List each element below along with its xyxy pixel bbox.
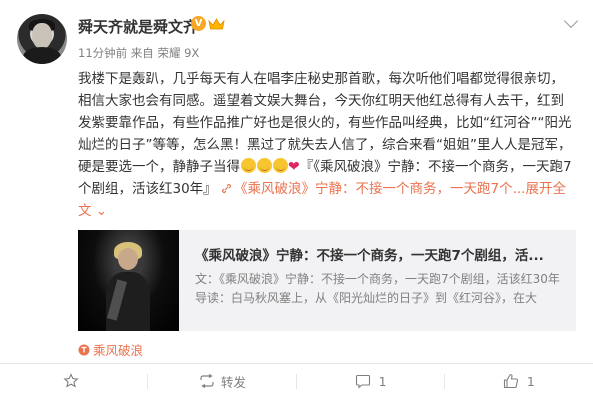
grin-emoji-icon: [240, 158, 256, 173]
article-description: 文：《乘风破浪》宁静：不接一个商务，一天跑7个剧组，活该红30年导读：白马秋风塞…: [195, 272, 560, 305]
article-thumbnail: [78, 230, 179, 331]
avatar-coat: [23, 47, 61, 64]
comment-count: 1: [378, 373, 387, 389]
repost-label: 转发: [220, 374, 246, 390]
author-name[interactable]: 舜天齐就是舜文齐: [78, 16, 198, 37]
grin-emoji-icon: [256, 158, 272, 173]
comment-button[interactable]: 1: [297, 364, 445, 398]
post-meta: 11分钟前 来自 荣耀 9X: [78, 46, 200, 60]
repost-button[interactable]: 转发: [148, 364, 297, 398]
topic-tag[interactable]: 乘风破浪: [78, 340, 143, 359]
topic-label: 乘风破浪: [93, 343, 144, 358]
grin-emoji-icon: [272, 158, 288, 173]
shared-article-card[interactable]: 《乘风破浪》宁静：不接一个商务，一天跑7个剧组，活... 文：《乘风破浪》宁静：…: [78, 230, 576, 331]
vip-crown-icon[interactable]: [208, 17, 225, 31]
favorite-button[interactable]: [0, 364, 149, 398]
expand-arrow-icon: ⌄: [91, 203, 108, 219]
thumbs-up-icon: [503, 374, 518, 389]
article-link-text: 《乘风破浪》宁静：不接一个商务，一天跑7个...: [233, 181, 526, 197]
chevron-down-icon[interactable]: [563, 13, 579, 29]
weibo-post-card: 舜天齐就是舜文齐 V 11分钟前 来自 荣耀 9X 我楼下是轰趴，几乎每天有人在…: [0, 0, 593, 398]
article-link[interactable]: 《乘风破浪》宁静：不接一个商务，一天跑7个...: [221, 181, 525, 197]
repost-icon: [200, 374, 214, 388]
star-icon: [63, 373, 79, 388]
location-pin-icon: [78, 344, 90, 356]
action-bar: 转发 1 1: [0, 364, 593, 398]
heart-emoji-icon: ❤: [288, 159, 300, 175]
avatar-face: [32, 23, 52, 49]
like-button[interactable]: 1: [445, 364, 593, 398]
like-count: 1: [526, 373, 535, 389]
thumb-head: [118, 248, 138, 270]
article-title[interactable]: 《乘风破浪》宁静：不接一个商务，一天跑7个剧组，活...: [195, 244, 565, 264]
comment-icon: [355, 374, 370, 389]
post-body: 我楼下是轰趴，几乎每天有人在唱李庄秘史那首歌，每次听他们唱都觉得很亲切，相信大家…: [78, 68, 576, 222]
link-icon: [221, 183, 232, 194]
verified-icon: V: [191, 16, 206, 31]
avatar[interactable]: [17, 14, 67, 64]
